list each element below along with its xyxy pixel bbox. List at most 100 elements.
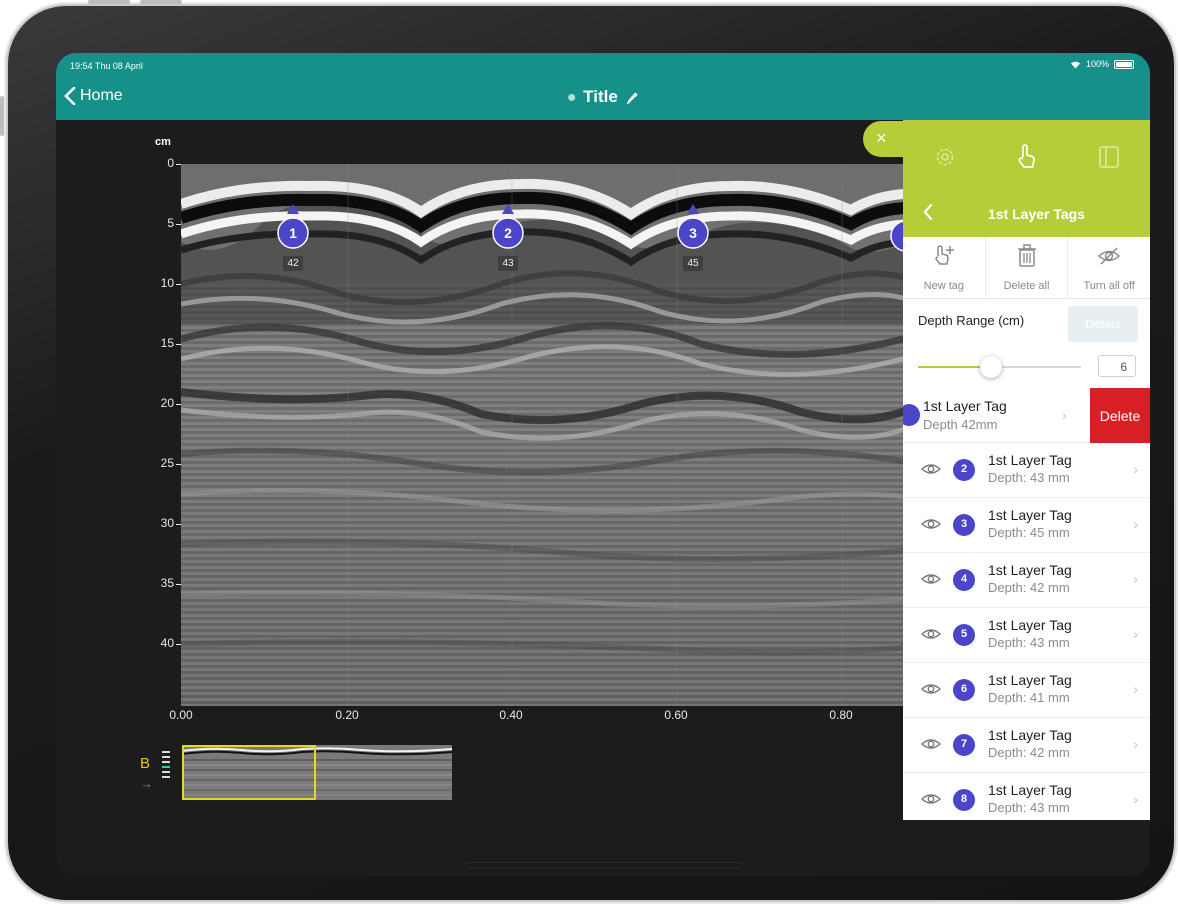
eye-icon[interactable]	[921, 517, 941, 531]
tag-depth: Depth: 43 mm	[988, 635, 1070, 650]
home-indicator[interactable]	[466, 863, 742, 867]
list-item[interactable]: 5 1st Layer Tag Depth: 43 mm ›	[903, 608, 1150, 663]
tag-marker[interactable]: 1 42	[276, 204, 310, 284]
depth-range-label: Depth Range (cm)	[918, 313, 1025, 328]
panel-header-bar: 1st Layer Tags	[903, 120, 1150, 237]
tag-depth: Depth: 43 mm	[988, 470, 1070, 485]
tablet-frame: 19:54 Thu 08 April 100% Home Title cm 0 …	[0, 0, 1174, 900]
tag-depth: Depth: 42 mm	[988, 580, 1070, 595]
list-item[interactable]: 6 1st Layer Tag Depth: 41 mm ›	[903, 663, 1150, 718]
y-tick-label: 30	[160, 516, 174, 530]
delete-all-button[interactable]: Delete all	[986, 237, 1069, 298]
tag-depth: Depth 42mm	[923, 417, 998, 432]
tab-settings[interactable]	[925, 140, 965, 174]
trash-icon	[1017, 244, 1036, 267]
x-tick-label: 0.20	[335, 708, 359, 722]
tag-badge: 8	[953, 789, 975, 811]
gear-icon	[936, 148, 954, 166]
battery-icon	[1114, 59, 1134, 69]
tag-marker[interactable]: 2 43	[491, 204, 525, 284]
eye-icon[interactable]	[921, 462, 941, 476]
add-tag-icon	[935, 245, 954, 265]
wifi-icon	[1070, 61, 1080, 68]
y-tick-label: 35	[160, 576, 174, 590]
marker-depth: 43	[498, 256, 518, 271]
y-tick-label: 20	[160, 396, 174, 410]
list-item[interactable]: 4 1st Layer Tag Depth: 42 mm ›	[903, 553, 1150, 608]
pencil-icon[interactable]	[626, 91, 638, 104]
list-item[interactable]: 3 1st Layer Tag Depth: 45 mm ›	[903, 498, 1150, 553]
power-button	[140, 0, 182, 4]
chevron-right-icon: ›	[1133, 626, 1138, 642]
x-tick-label: 0.40	[499, 708, 523, 722]
delete-all-label: Delete all	[1003, 280, 1050, 292]
screen: 19:54 Thu 08 April 100% Home Title cm 0 …	[56, 53, 1150, 876]
tag-badge: 3	[953, 514, 975, 536]
tag-marker[interactable]: 3 45	[676, 204, 710, 284]
arrow-right-icon: →	[140, 776, 153, 791]
marker-depth: 45	[683, 256, 703, 271]
minimap-level-indicator	[162, 751, 170, 781]
list-item[interactable]: 2 1st Layer Tag Depth: 43 mm ›	[903, 443, 1150, 498]
eye-icon[interactable]	[921, 627, 941, 641]
eye-icon[interactable]	[921, 572, 941, 586]
minimap-label: B	[140, 755, 151, 772]
new-tag-button[interactable]: New tag	[903, 237, 986, 298]
chevron-right-icon: ›	[1133, 736, 1138, 752]
tab-layout[interactable]	[1089, 140, 1129, 174]
status-time: 19:54 Thu 08 April	[70, 61, 143, 71]
depth-range-value[interactable]: 6	[1098, 355, 1136, 377]
tag-badge	[903, 404, 920, 426]
tag-title: 1st Layer Tag	[988, 507, 1072, 523]
home-back-button[interactable]: Home	[64, 87, 123, 105]
marker-number: 3	[689, 225, 697, 241]
eye-slash-icon	[1098, 247, 1121, 265]
battery-percent: 100%	[1085, 59, 1109, 69]
chevron-right-icon: ›	[1133, 516, 1138, 532]
swiped-row-content[interactable]: 1st Layer Tag Depth 42mm ›	[903, 388, 1090, 443]
eye-icon[interactable]	[921, 682, 941, 696]
marker-number: 1	[289, 225, 297, 241]
tag-title: 1st Layer Tag	[988, 562, 1072, 578]
panel-title: 1st Layer Tags	[987, 206, 1085, 222]
tag-depth: Depth: 42 mm	[988, 745, 1070, 760]
hand-pointer-icon	[1018, 144, 1035, 168]
volume-button	[88, 0, 130, 4]
depth-range-slider[interactable]	[918, 356, 1081, 378]
swiped-tag-row[interactable]: 1st Layer Tag Depth 42mm › Delete	[903, 388, 1150, 443]
tag-title: 1st Layer Tag	[988, 617, 1072, 633]
scan-title[interactable]: Title	[568, 87, 638, 107]
chevron-right-icon: ›	[1133, 571, 1138, 587]
chevron-right-icon: ›	[1133, 461, 1138, 477]
radargram-image[interactable]: 1 42 2 43 3 45	[181, 164, 921, 706]
tag-depth: Depth: 41 mm	[988, 690, 1070, 705]
tag-depth: Depth: 43 mm	[988, 800, 1070, 815]
eye-icon[interactable]	[921, 737, 941, 751]
tag-title: 1st Layer Tag	[988, 452, 1072, 468]
y-tick-label: 10	[160, 276, 174, 290]
eye-icon[interactable]	[921, 792, 941, 806]
y-tick-label: 0	[167, 156, 174, 170]
tags-panel: 1st Layer Tags New tag Delete all Turn a…	[903, 120, 1150, 820]
new-tag-label: New tag	[923, 280, 965, 292]
tag-toolbar: New tag Delete all Turn all off	[903, 237, 1150, 299]
turn-all-off-label: Turn all off	[1083, 280, 1135, 292]
tab-tags[interactable]	[1006, 140, 1046, 174]
slider-thumb[interactable]	[980, 356, 1002, 378]
tag-badge: 7	[953, 734, 975, 756]
y-tick-label: 40	[160, 636, 174, 650]
tag-badge: 5	[953, 624, 975, 646]
tag-title: 1st Layer Tag	[988, 782, 1072, 798]
y-tick-label: 5	[167, 216, 174, 230]
list-item[interactable]: 7 1st Layer Tag Depth: 42 mm ›	[903, 718, 1150, 773]
delete-button[interactable]: Delete	[1090, 388, 1150, 443]
list-item[interactable]: 8 1st Layer Tag Depth: 43 mm ›	[903, 773, 1150, 820]
turn-all-off-button[interactable]: Turn all off	[1068, 237, 1150, 298]
minimap-viewport[interactable]	[182, 745, 316, 800]
tag-badge: 6	[953, 679, 975, 701]
panel-subheader: 1st Layer Tags	[903, 194, 1150, 234]
marker-number: 2	[504, 225, 512, 241]
y-tick-label: 25	[160, 456, 174, 470]
tag-title: 1st Layer Tag	[988, 672, 1072, 688]
detect-button[interactable]: Detect	[1068, 306, 1138, 342]
